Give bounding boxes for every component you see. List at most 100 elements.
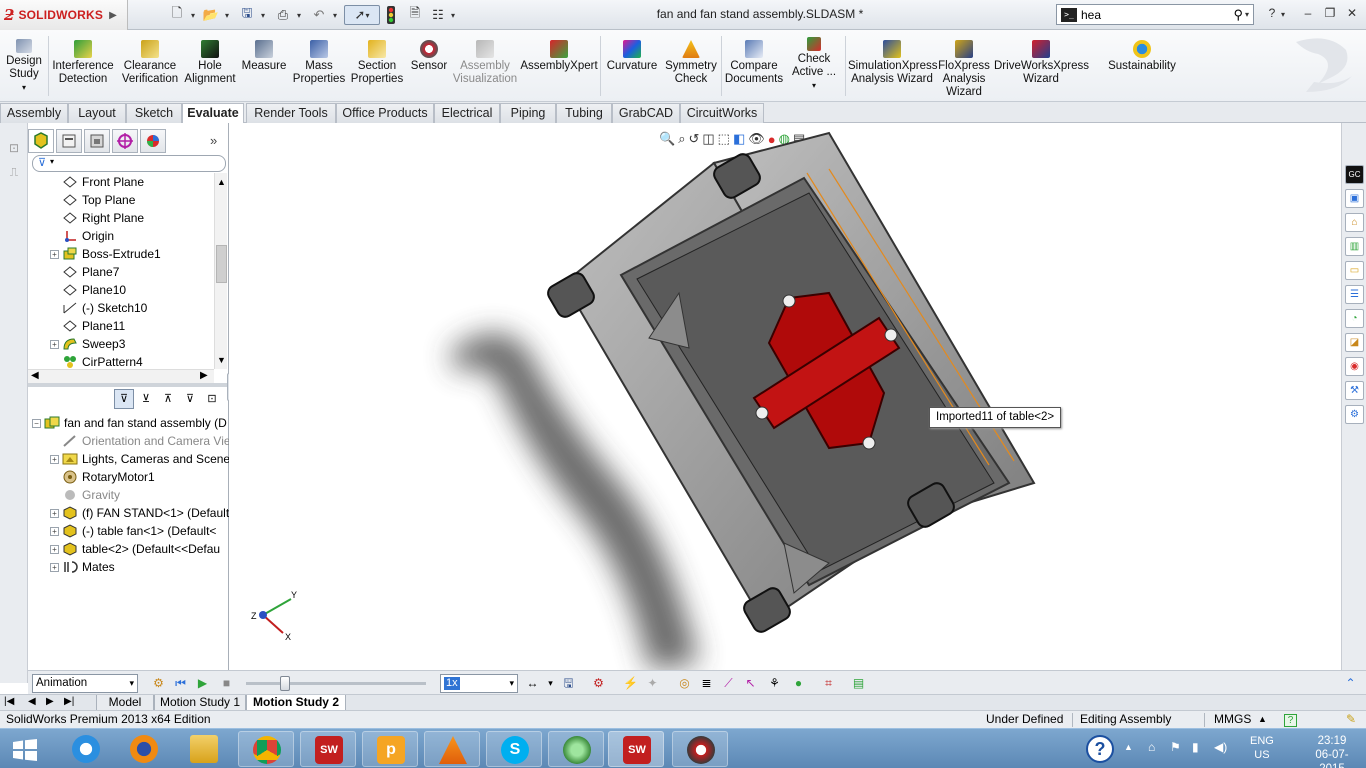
options-dropdown-icon[interactable]: ▾ — [448, 5, 458, 25]
tree-item-sweep3[interactable]: + Sweep3 — [50, 335, 125, 353]
file-properties-icon[interactable]: 🗎 — [404, 5, 426, 25]
undo-dropdown-icon[interactable]: ▾ — [330, 5, 340, 25]
expand-icon[interactable]: + — [50, 562, 59, 572]
tree-item-boss-extrude1[interactable]: + Boss-Extrude1 — [50, 245, 161, 263]
autokey-icon[interactable]: ⚡ — [622, 675, 639, 692]
taskbar-skype[interactable]: S — [486, 731, 542, 767]
taskbar-internet-explorer[interactable] — [58, 731, 114, 767]
expand-icon[interactable]: + — [50, 339, 59, 349]
mass-properties-button[interactable]: Mass Properties — [292, 33, 346, 99]
tree-item-assembly-root[interactable]: − fan and fan stand assembly (D — [32, 414, 227, 432]
playback-speed-select[interactable]: 1x ▾ — [440, 674, 518, 693]
tab-grabcad[interactable]: GrabCAD — [612, 103, 680, 123]
tab-model[interactable]: Model — [96, 695, 154, 711]
feature-tree-horizontal-scrollbar[interactable]: ◀ ▶ — [28, 369, 214, 383]
collapse-motion-manager-icon[interactable]: ⌃ — [1342, 675, 1359, 692]
expand-icon[interactable]: + — [50, 508, 59, 518]
tab-scroll-last-icon[interactable]: ▶| — [64, 696, 74, 707]
taskbar-file-explorer[interactable] — [176, 731, 232, 767]
tree-item-cirpattern4[interactable]: CirPattern4 — [50, 353, 143, 369]
panel-splitter[interactable] — [28, 383, 229, 387]
status-units[interactable]: MMGS — [1208, 711, 1257, 729]
restore-icon[interactable]: ❐ — [1320, 6, 1340, 22]
feature-manager-tab-icon[interactable] — [28, 129, 54, 153]
hole-alignment-button[interactable]: Hole Alignment — [184, 33, 236, 99]
tray-signal-icon[interactable]: ▮ — [1192, 740, 1199, 754]
dimxpert-manager-tab-icon[interactable] — [112, 129, 138, 153]
tree-item-sketch10[interactable]: (-) Sketch10 — [50, 299, 147, 317]
save-dropdown-icon[interactable]: ▾ — [258, 5, 268, 25]
tray-network-icon[interactable]: ⌂ — [1148, 740, 1155, 754]
taskbar-firefox[interactable] — [116, 731, 172, 767]
animation-wizard-icon[interactable]: ⚙ — [590, 675, 607, 692]
playback-slider[interactable] — [246, 676, 426, 691]
interference-detection-button[interactable]: Interference Detection — [50, 33, 116, 99]
graphics-area[interactable]: ⊟ ⊞ – ❐ ✕ 🔍 ⌕ ↺ ◫ ⬚ ◧ 👁 ● ◍ ▤ — [229, 123, 1341, 670]
damper-icon[interactable]: ⟋ — [720, 675, 737, 692]
save-icon[interactable]: 🖫 — [236, 5, 258, 25]
new-dropdown-icon[interactable]: ▾ — [188, 5, 198, 25]
tray-expand-icon[interactable]: ▲ — [1124, 742, 1133, 752]
new-document-icon[interactable]: 🗋 — [166, 5, 188, 25]
print-dropdown-icon[interactable]: ▾ — [294, 5, 304, 25]
play-icon[interactable]: ▶ — [194, 675, 211, 692]
symmetry-check-button[interactable]: Symmetry Check — [663, 33, 719, 99]
sustainability-button[interactable]: Sustainability — [1104, 33, 1180, 99]
measure-button[interactable]: Measure — [238, 33, 290, 99]
open-folder-icon[interactable]: 📂 — [200, 5, 222, 25]
options-icon[interactable]: ☷ — [428, 5, 448, 25]
tab-scroll-first-icon[interactable]: |◀ — [4, 696, 14, 707]
expand-icon[interactable]: + — [50, 454, 59, 464]
filter-selected-icon[interactable]: ⊼ — [158, 389, 178, 409]
search-input[interactable] — [1081, 7, 1234, 22]
help-tray-icon[interactable]: ? — [1086, 735, 1114, 763]
status-help-icon[interactable]: ? — [1278, 711, 1303, 729]
expand-icon[interactable]: + — [50, 249, 59, 259]
tab-motion-study-1[interactable]: Motion Study 1 — [154, 695, 246, 711]
taskbar-vlc[interactable] — [424, 731, 480, 767]
tab-office-products[interactable]: Office Products — [336, 103, 434, 123]
tab-tubing[interactable]: Tubing — [556, 103, 612, 123]
custom-properties-icon[interactable]: ◉ — [1345, 357, 1364, 376]
toolbox-icon[interactable]: ⚒ — [1345, 381, 1364, 400]
collapse-icon[interactable]: − — [32, 418, 41, 428]
open-dropdown-icon[interactable]: ▾ — [222, 5, 232, 25]
tree-item-front-plane[interactable]: Front Plane — [50, 173, 144, 191]
search-dropdown-icon[interactable]: ▾ — [1245, 10, 1249, 19]
feature-filter-box[interactable]: ⊽ ▾ — [32, 155, 226, 172]
simulationxpress-button[interactable]: SimulationXpress Analysis Wizard — [848, 33, 937, 99]
play-from-start-icon[interactable]: ⏮ — [172, 675, 189, 692]
taskbar-solidworks-2[interactable]: SW — [608, 731, 664, 767]
tab-layout[interactable]: Layout — [68, 103, 126, 123]
search-results-icon[interactable]: ☰ — [1345, 285, 1364, 304]
home-icon[interactable]: ⌂ — [1345, 213, 1364, 232]
design-library-icon[interactable]: ▥ — [1345, 237, 1364, 256]
sensor-button[interactable]: Sensor — [408, 33, 450, 99]
taskbar-downloader[interactable] — [672, 731, 728, 767]
close-icon[interactable]: ✕ — [1342, 6, 1362, 22]
contact-icon[interactable]: ⚘ — [766, 675, 783, 692]
tab-assembly[interactable]: Assembly — [0, 103, 68, 123]
tree-item-table[interactable]: + table<2> (Default<<Defau — [50, 540, 220, 558]
units-up-icon[interactable]: ▲ — [1252, 711, 1273, 729]
playback-mode-dropdown-icon[interactable]: ▾ — [542, 675, 559, 692]
view-palette-icon[interactable]: ◔ — [1345, 309, 1364, 328]
scroll-up-icon[interactable]: ▲ — [217, 177, 226, 187]
study-type-select[interactable]: Animation ▾ — [32, 674, 138, 693]
add-key-icon[interactable]: ✦ — [644, 675, 661, 692]
taskbar-network-tool[interactable] — [548, 731, 604, 767]
suppress-icon[interactable]: ⊡ — [6, 141, 22, 157]
filter-driving-icon[interactable]: ⊻ — [136, 389, 156, 409]
filter-results-icon[interactable]: ⊽ — [180, 389, 200, 409]
motion-study-properties-icon[interactable]: ▤ — [850, 675, 867, 692]
tree-item-origin[interactable]: Origin — [50, 227, 114, 245]
playback-mode-icon[interactable]: ↔ — [524, 675, 541, 692]
tab-motion-study-2[interactable]: Motion Study 2 — [246, 695, 346, 711]
minimize-icon[interactable]: – — [1298, 6, 1318, 22]
tab-electrical[interactable]: Electrical — [434, 103, 500, 123]
rebuild-traffic-light-icon[interactable] — [382, 5, 400, 25]
tab-scroll-prev-icon[interactable]: ◀ — [28, 696, 36, 707]
tree-item-table-fan[interactable]: + (-) table fan<1> (Default< — [50, 522, 216, 540]
tab-render-tools[interactable]: Render Tools — [246, 103, 336, 123]
driveworksxpress-button[interactable]: DriveWorksXpress Wizard — [994, 33, 1089, 99]
